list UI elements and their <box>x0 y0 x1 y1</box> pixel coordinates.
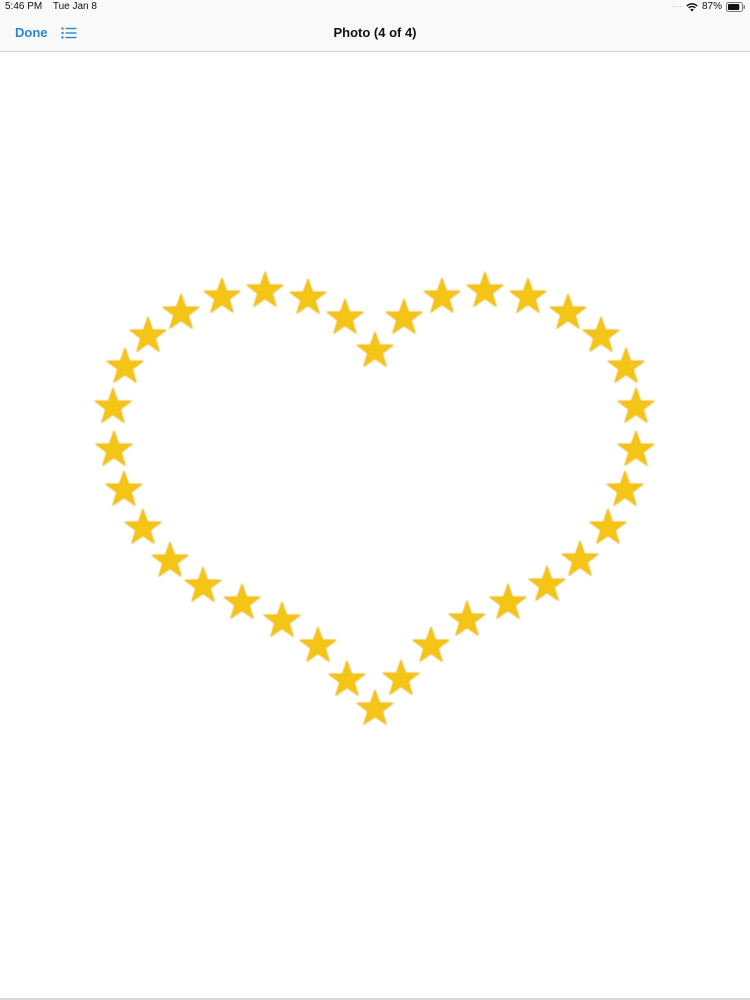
status-date: Tue Jan 8 <box>52 1 97 12</box>
status-time: 5:46 PM <box>5 1 43 12</box>
star-shape <box>561 540 599 576</box>
star-shape <box>489 583 527 619</box>
star-shape <box>549 293 587 329</box>
cellular-signal-icon: ···· <box>671 1 682 11</box>
star-shape <box>606 470 644 506</box>
star-shape <box>448 600 486 636</box>
star-shape <box>162 293 200 329</box>
star-shape <box>326 298 364 334</box>
star-shape <box>582 316 620 352</box>
star-shape <box>95 430 133 466</box>
star-shape <box>356 689 394 725</box>
star-shape <box>466 271 504 307</box>
star-shape <box>607 347 645 383</box>
status-bar: 5:46 PM Tue Jan 8 ···· 87% <box>0 0 750 14</box>
star-shape <box>589 508 627 544</box>
star-shape <box>423 277 461 313</box>
star-shape <box>124 508 162 544</box>
star-shape <box>509 277 547 313</box>
star-shape <box>289 278 327 314</box>
star-shape <box>151 541 189 577</box>
star-shape <box>617 387 655 423</box>
star-shape <box>223 583 261 619</box>
star-shape <box>94 387 132 423</box>
star-shape <box>382 659 420 695</box>
star-shape <box>617 430 655 466</box>
star-shape <box>528 565 566 601</box>
battery-icon <box>726 1 746 12</box>
star-shape <box>385 298 423 334</box>
star-shape <box>129 316 167 352</box>
heart-of-stars-image <box>94 271 655 725</box>
status-time-date: 5:46 PM Tue Jan 8 <box>5 1 105 12</box>
star-shape <box>263 601 301 637</box>
star-shape <box>105 470 143 506</box>
star-shape <box>106 347 144 383</box>
wifi-icon <box>686 2 698 12</box>
status-indicators: ···· 87% <box>671 1 746 12</box>
star-shape <box>184 566 222 602</box>
photo-viewer[interactable] <box>0 52 750 998</box>
page-title: Photo (4 of 4) <box>333 25 417 40</box>
star-shape <box>328 660 366 696</box>
star-shape <box>203 277 241 313</box>
star-shape <box>246 271 284 307</box>
star-shape <box>299 626 337 662</box>
battery-percent: 87% <box>701 1 722 12</box>
star-shape <box>412 626 450 662</box>
navigation-bar: Done Photo (4 of 4) <box>0 14 750 52</box>
star-shape <box>356 331 394 367</box>
